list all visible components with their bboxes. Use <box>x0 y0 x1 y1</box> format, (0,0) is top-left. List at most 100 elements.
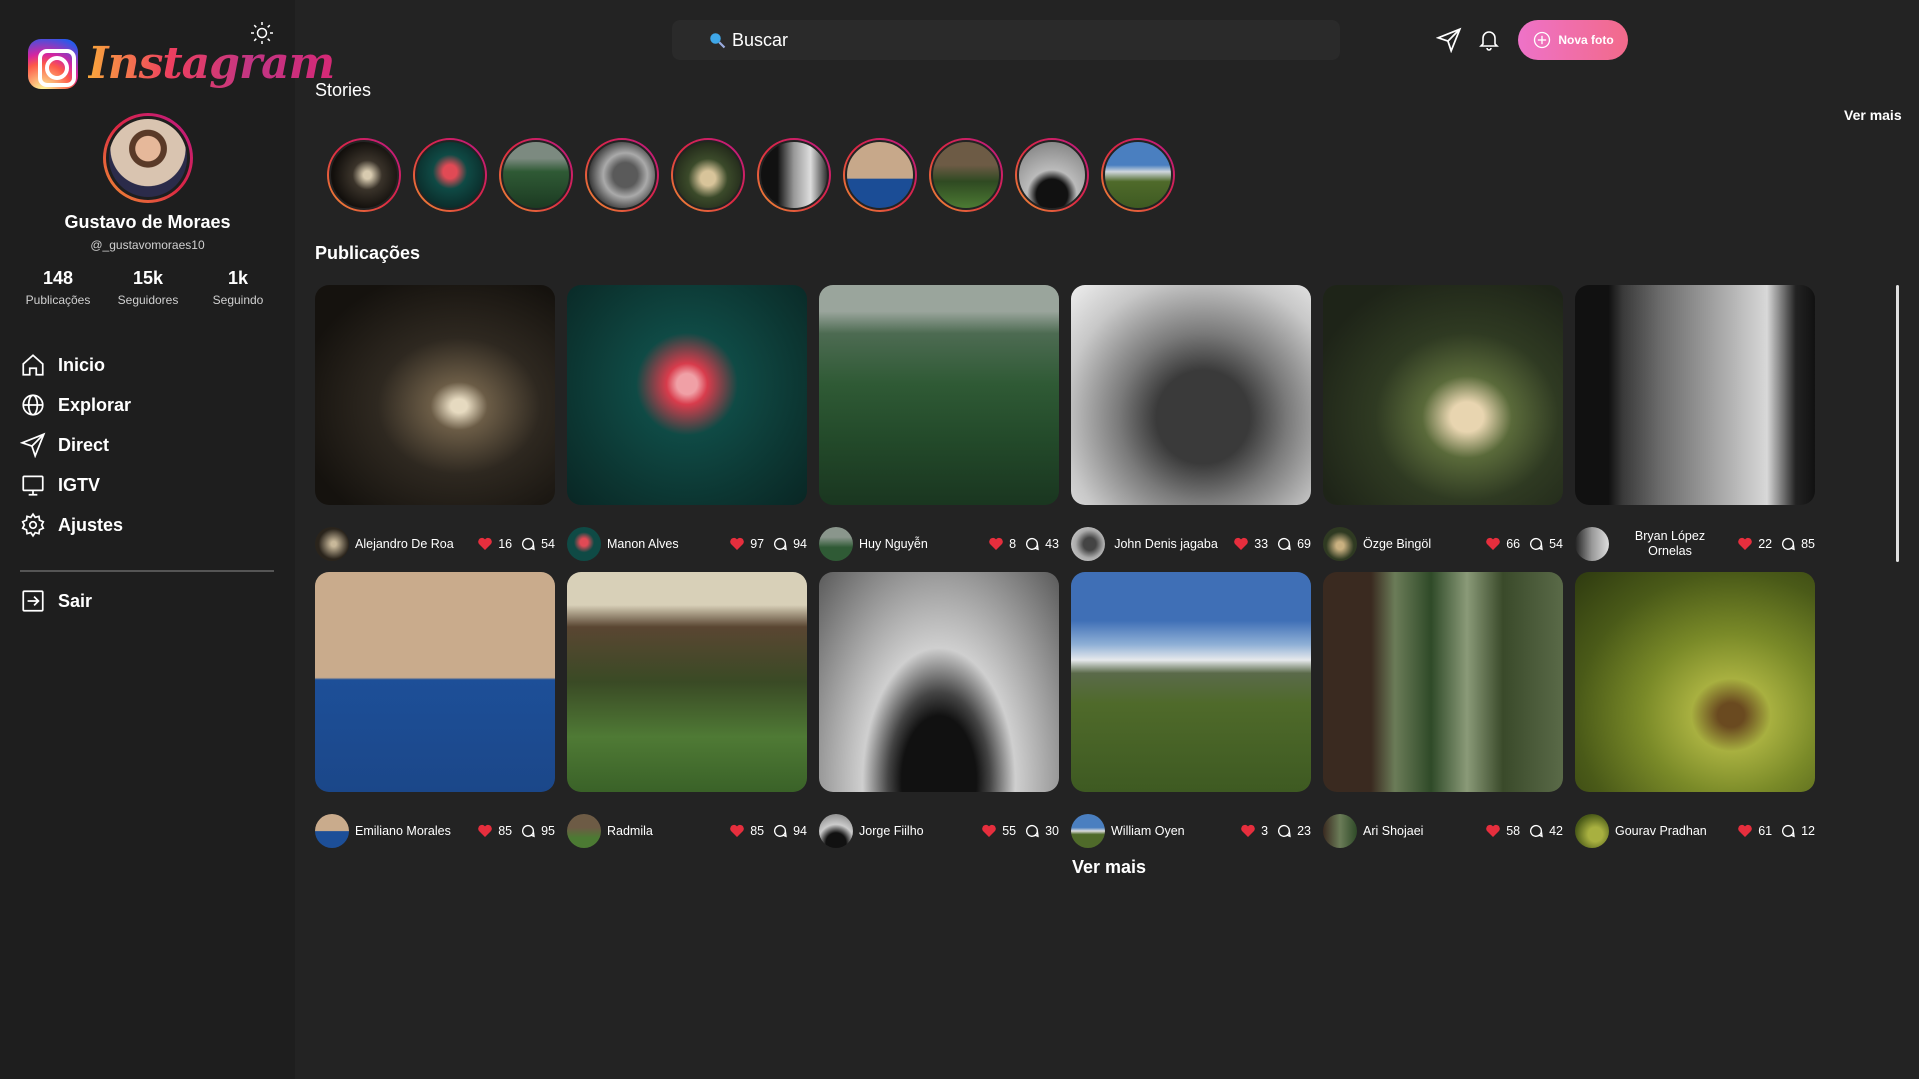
comment-icon[interactable] <box>520 823 536 839</box>
post-author[interactable]: Özge Bingöl <box>1363 537 1473 552</box>
stat-publications[interactable]: 148 Publicações <box>14 268 102 307</box>
search-input[interactable]: Buscar <box>672 20 1340 60</box>
author-avatar[interactable] <box>1071 814 1105 848</box>
publications-title: Publicações <box>315 243 421 263</box>
comment-icon[interactable] <box>1024 823 1040 839</box>
heart-icon[interactable] <box>1737 536 1753 552</box>
post-card: Huy Nguyễn 8 43 <box>819 285 1059 561</box>
comments-count: 12 <box>1801 824 1815 838</box>
comment-icon[interactable] <box>1276 536 1292 552</box>
post-image[interactable] <box>315 285 555 505</box>
comment-icon[interactable] <box>772 823 788 839</box>
direct-send-icon[interactable] <box>1435 27 1462 54</box>
post-stats: 85 94 <box>721 823 807 839</box>
post-image[interactable] <box>567 285 807 505</box>
story-item[interactable] <box>1015 138 1089 212</box>
comment-icon[interactable] <box>1024 536 1040 552</box>
heart-icon[interactable] <box>1485 536 1501 552</box>
post-image[interactable] <box>315 572 555 792</box>
post-image[interactable] <box>1575 285 1815 505</box>
post-meta: William Oyen 3 23 <box>1071 813 1311 849</box>
post-meta: Huy Nguyễn 8 43 <box>819 526 1059 562</box>
story-item[interactable] <box>413 138 487 212</box>
publications-see-more-button[interactable]: Ver mais <box>1072 857 1146 878</box>
heart-icon[interactable] <box>1240 823 1256 839</box>
story-item[interactable] <box>585 138 659 212</box>
new-photo-button[interactable]: Nova foto <box>1518 20 1628 60</box>
post-author[interactable]: John Denis jagaba <box>1111 537 1221 552</box>
post-author[interactable]: Emiliano Morales <box>355 824 465 839</box>
heart-icon[interactable] <box>1737 823 1753 839</box>
author-avatar[interactable] <box>819 814 853 848</box>
nav-item-explorar[interactable]: Explorar <box>20 385 131 425</box>
post-author[interactable]: Ari Shojaei <box>1363 824 1473 839</box>
comment-icon[interactable] <box>1780 823 1796 839</box>
comment-icon[interactable] <box>1276 823 1292 839</box>
heart-icon[interactable] <box>729 536 745 552</box>
nav-item-direct[interactable]: Direct <box>20 425 131 465</box>
post-author[interactable]: Radmila <box>607 824 717 839</box>
stat-followers[interactable]: 15k Seguidores <box>104 268 192 307</box>
stories-see-more-link[interactable]: Ver mais <box>1844 107 1902 123</box>
author-avatar[interactable] <box>1323 527 1357 561</box>
post-author[interactable]: Manon Alves <box>607 537 717 552</box>
scrollbar[interactable] <box>1896 285 1899 562</box>
comment-icon[interactable] <box>1528 536 1544 552</box>
author-avatar[interactable] <box>1071 527 1105 561</box>
search-placeholder: Buscar <box>732 29 789 50</box>
post-stats: 33 69 <box>1225 536 1311 552</box>
author-avatar[interactable] <box>819 527 853 561</box>
heart-icon[interactable] <box>1233 536 1249 552</box>
story-item[interactable] <box>757 138 831 212</box>
story-item[interactable] <box>671 138 745 212</box>
post-image[interactable] <box>1071 285 1311 505</box>
story-item[interactable] <box>929 138 1003 212</box>
heart-icon[interactable] <box>1485 823 1501 839</box>
author-avatar[interactable] <box>1575 527 1609 561</box>
author-avatar[interactable] <box>315 527 349 561</box>
story-item[interactable] <box>499 138 573 212</box>
story-item[interactable] <box>843 138 917 212</box>
post-image[interactable] <box>819 572 1059 792</box>
author-avatar[interactable] <box>567 814 601 848</box>
heart-icon[interactable] <box>477 823 493 839</box>
heart-icon[interactable] <box>981 823 997 839</box>
story-item[interactable] <box>327 138 401 212</box>
bell-icon[interactable] <box>1477 27 1503 53</box>
post-meta: Ari Shojaei 58 42 <box>1323 813 1563 849</box>
comment-icon[interactable] <box>1780 536 1796 552</box>
post-author[interactable]: Gourav Pradhan <box>1615 824 1725 839</box>
heart-icon[interactable] <box>988 536 1004 552</box>
author-avatar[interactable] <box>567 527 601 561</box>
author-avatar[interactable] <box>315 814 349 848</box>
comment-icon[interactable] <box>772 536 788 552</box>
post-image[interactable] <box>567 572 807 792</box>
post-image[interactable] <box>819 285 1059 505</box>
logo[interactable]: Instagram <box>28 38 335 89</box>
story-item[interactable] <box>1101 138 1175 212</box>
author-avatar[interactable] <box>1575 814 1609 848</box>
comment-icon[interactable] <box>1528 823 1544 839</box>
post-image[interactable] <box>1575 572 1815 792</box>
post-author[interactable]: Bryan López Ornelas <box>1615 529 1725 559</box>
heart-icon[interactable] <box>477 536 493 552</box>
post-card: Ari Shojaei 58 42 <box>1323 572 1563 848</box>
post-image[interactable] <box>1071 572 1311 792</box>
nav-item-igtv[interactable]: IGTV <box>20 465 131 505</box>
post-stats: 22 85 <box>1729 536 1815 552</box>
stat-following[interactable]: 1k Seguindo <box>194 268 282 307</box>
post-author[interactable]: William Oyen <box>1111 824 1221 839</box>
comment-icon[interactable] <box>520 536 536 552</box>
profile-avatar[interactable] <box>103 113 193 203</box>
post-author[interactable]: Huy Nguyễn <box>859 537 969 552</box>
post-image[interactable] <box>1323 285 1563 505</box>
nav-item-inicio[interactable]: Inicio <box>20 345 131 385</box>
logout-button[interactable]: Sair <box>20 581 92 621</box>
sun-icon[interactable] <box>249 20 275 46</box>
author-avatar[interactable] <box>1323 814 1357 848</box>
post-image[interactable] <box>1323 572 1563 792</box>
post-author[interactable]: Jorge Fiilho <box>859 824 969 839</box>
post-author[interactable]: Alejandro De Roa <box>355 537 465 552</box>
nav-item-ajustes[interactable]: Ajustes <box>20 505 131 545</box>
heart-icon[interactable] <box>729 823 745 839</box>
